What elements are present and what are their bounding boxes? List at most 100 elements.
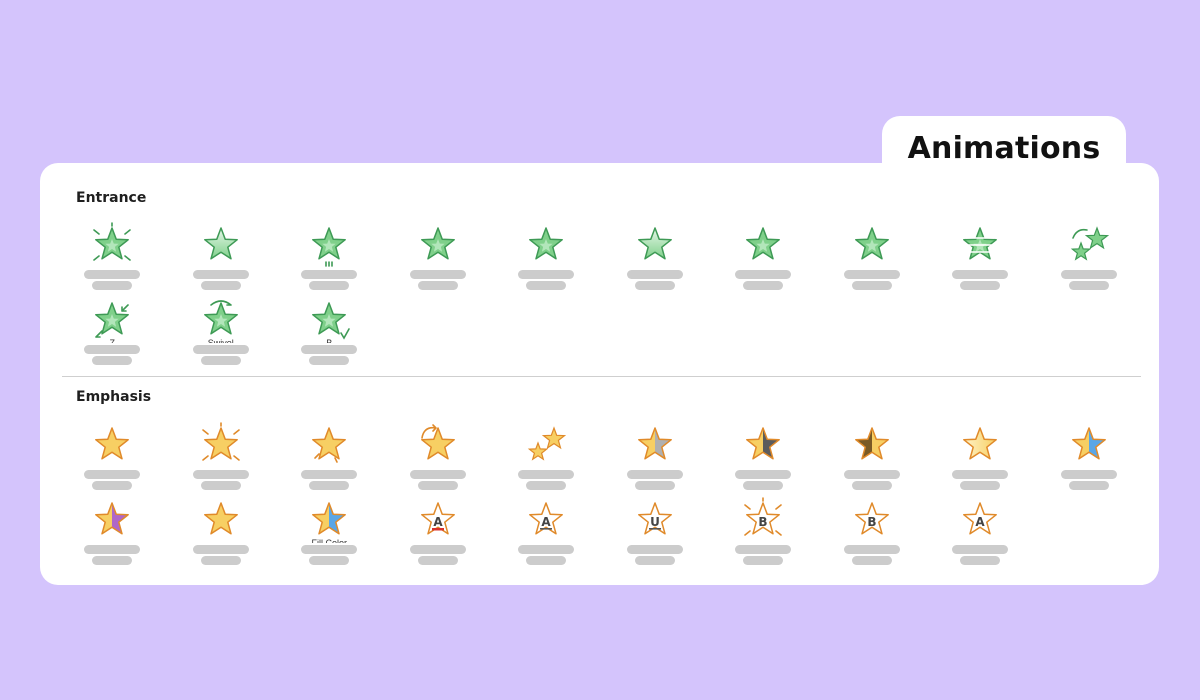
emphasis-fill-color-effect-button[interactable]: Fill Color	[275, 494, 384, 569]
label-placeholder-bar	[309, 281, 350, 290]
label-placeholder-bar	[526, 556, 567, 565]
label-placeholder-bar	[309, 481, 350, 490]
label-placeholder-bar	[843, 270, 900, 279]
effect-caption: Z	[109, 338, 116, 343]
entrance-fly-in-effect-button[interactable]	[275, 219, 384, 294]
label-placeholder-bar	[634, 556, 675, 565]
emphasis-pulse-effect-button[interactable]	[58, 419, 167, 494]
animations-gallery-panel: Entrance Z Swivel B Emphasis Fill Color A A U…	[40, 163, 1159, 585]
star-faded-green-icon	[197, 221, 245, 267]
entrance-bounce-effect-button[interactable]: B	[275, 294, 384, 369]
label-placeholder-bar	[518, 470, 575, 479]
label-placeholder-bar	[309, 356, 350, 365]
entrance-wipe-effect-button[interactable]	[601, 219, 710, 294]
emphasis-brush-color-effect-button[interactable]: A	[384, 494, 493, 569]
svg-text:B: B	[867, 515, 876, 529]
star-bold-reveal-outline-icon: B	[848, 496, 896, 542]
label-placeholder-bar	[301, 545, 358, 554]
section-label-emphasis: Emphasis	[76, 389, 152, 405]
label-placeholder-bar	[851, 556, 892, 565]
label-placeholder-bar	[301, 270, 358, 279]
label-placeholder-bar	[192, 470, 249, 479]
star-lighten-gold-icon	[848, 421, 896, 467]
label-placeholder-bar	[743, 281, 784, 290]
star-burst-green-icon	[88, 221, 136, 267]
emphasis-lighten-effect-button[interactable]	[818, 419, 927, 494]
label-placeholder-bar	[851, 281, 892, 290]
svg-text:B: B	[759, 515, 768, 529]
entrance-grow-turn-effect-button[interactable]	[1035, 219, 1144, 294]
svg-text:A: A	[976, 515, 986, 529]
star-transparency-gold-icon	[956, 421, 1004, 467]
label-placeholder-bar	[851, 481, 892, 490]
effect-caption: Swivel	[207, 338, 234, 343]
emphasis-spin-effect-button[interactable]	[384, 419, 493, 494]
entrance-float-in-effect-button[interactable]	[384, 219, 493, 294]
entrance-random-bars-effect-button[interactable]	[926, 219, 1035, 294]
entrance-split-effect-button[interactable]	[492, 219, 601, 294]
entrance-wheel-effect-button[interactable]	[818, 219, 927, 294]
label-placeholder-bar	[92, 481, 133, 490]
emphasis-wave-effect-button[interactable]: A	[926, 494, 1035, 569]
emphasis-object-color-effect-button[interactable]	[1035, 419, 1144, 494]
label-placeholder-bar	[92, 356, 133, 365]
label-placeholder-bar	[735, 270, 792, 279]
emphasis-line-color-effect-button[interactable]	[167, 494, 276, 569]
star-darken-gold-icon	[739, 421, 787, 467]
emphasis-color-pulse-effect-button[interactable]	[167, 419, 276, 494]
entrance-swivel-effect-button[interactable]: Swivel	[167, 294, 276, 369]
label-placeholder-bar	[417, 481, 458, 490]
star-wave-outline-icon: A	[956, 496, 1004, 542]
label-placeholder-bar	[1060, 270, 1117, 279]
entrance-shape-effect-button[interactable]	[709, 219, 818, 294]
emphasis-transparency-effect-button[interactable]	[926, 419, 1035, 494]
emphasis-teeter-effect-button[interactable]	[275, 419, 384, 494]
emphasis-grow-shrink-effect-button[interactable]	[492, 419, 601, 494]
label-placeholder-bar	[518, 270, 575, 279]
emphasis-bold-reveal-effect-button[interactable]: B	[818, 494, 927, 569]
label-placeholder-bar	[960, 281, 1001, 290]
label-placeholder-bar	[409, 545, 466, 554]
svg-text:U: U	[650, 515, 660, 529]
entrance-appear-effect-button[interactable]	[58, 219, 167, 294]
emphasis-darken-effect-button[interactable]	[709, 419, 818, 494]
effect-caption: B	[326, 338, 333, 343]
label-placeholder-bar	[952, 545, 1009, 554]
star-wipe-green-icon	[631, 221, 679, 267]
emphasis-desaturate-effect-button[interactable]	[601, 419, 710, 494]
emphasis-bold-flash-effect-button[interactable]: B	[709, 494, 818, 569]
effects-row: Fill Color A A U B B A	[58, 494, 1143, 569]
label-placeholder-bar	[409, 470, 466, 479]
section-divider	[62, 376, 1141, 377]
emphasis-complementary-color-effect-button[interactable]	[58, 494, 167, 569]
star-grow-shrink-gold-icon	[522, 421, 570, 467]
label-placeholder-bar	[200, 556, 241, 565]
effect-caption: Fill Color	[311, 538, 347, 543]
label-placeholder-bar	[192, 345, 249, 354]
animations-tab-title: Animations	[907, 131, 1101, 166]
label-placeholder-bar	[735, 470, 792, 479]
label-placeholder-bar	[84, 470, 141, 479]
emphasis-underline-effect-button[interactable]: U	[601, 494, 710, 569]
star-fill-color-gold-icon	[305, 496, 353, 542]
label-placeholder-bar	[200, 356, 241, 365]
star-spin-gold-icon	[414, 421, 462, 467]
emphasis-font-color-effect-button[interactable]: A	[492, 494, 601, 569]
star-color-pulse-gold-icon	[197, 421, 245, 467]
label-placeholder-bar	[200, 481, 241, 490]
star-complementary-gold-icon	[88, 496, 136, 542]
star-fly-in-green-icon	[305, 221, 353, 267]
star-swivel-green-icon	[197, 296, 245, 342]
label-placeholder-bar	[92, 556, 133, 565]
label-placeholder-bar	[192, 545, 249, 554]
label-placeholder-bar	[960, 556, 1001, 565]
label-placeholder-bar	[952, 270, 1009, 279]
label-placeholder-bar	[417, 556, 458, 565]
label-placeholder-bar	[192, 270, 249, 279]
label-placeholder-bar	[1068, 481, 1109, 490]
label-placeholder-bar	[843, 545, 900, 554]
entrance-zoom-effect-button[interactable]: Z	[58, 294, 167, 369]
star-line-color-gold-icon	[197, 496, 245, 542]
entrance-fade-effect-button[interactable]	[167, 219, 276, 294]
label-placeholder-bar	[417, 281, 458, 290]
